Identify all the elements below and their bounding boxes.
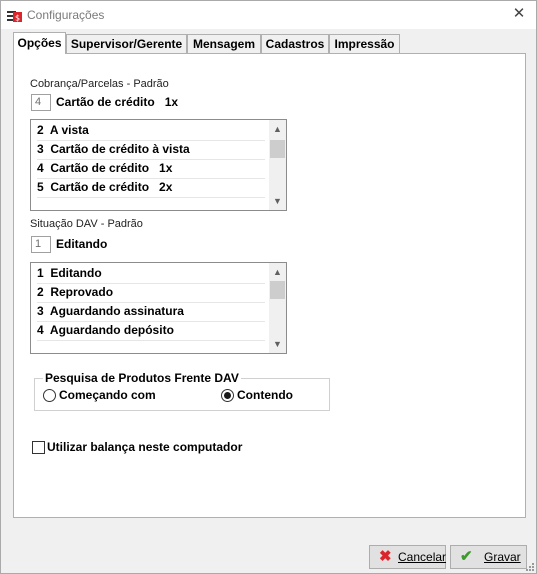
- scroll-up-icon[interactable]: ▲: [269, 265, 286, 279]
- pesquisa-groupbox: Pesquisa de Produtos Frente DAV Começand…: [34, 371, 330, 411]
- situacao-list[interactable]: 1 Editando 2 Reprovado 3 Aguardando assi…: [30, 262, 287, 354]
- save-button-label: Gravar: [484, 550, 521, 564]
- list-item[interactable]: 2 A vista: [37, 121, 89, 140]
- close-icon[interactable]: ✕: [511, 5, 527, 23]
- cobranca-code-input[interactable]: 4: [31, 94, 51, 111]
- row-divider: [37, 340, 265, 341]
- tab-cadastros[interactable]: Cadastros: [261, 34, 329, 53]
- window-title: Configurações: [27, 8, 105, 22]
- cobranca-label: Cobrança/Parcelas - Padrão: [30, 78, 169, 90]
- list-item[interactable]: 3 Cartão de crédito à vista: [37, 140, 190, 159]
- list-item[interactable]: 1 Editando: [37, 264, 102, 283]
- row-divider: [37, 197, 265, 198]
- checkmark-icon: ✔: [460, 548, 473, 565]
- list-item[interactable]: 4 Aguardando depósito: [37, 321, 174, 340]
- radio-comecando-com-label[interactable]: Começando com: [59, 388, 156, 402]
- cobranca-scrollbar[interactable]: ▲ ▼: [269, 120, 286, 210]
- radio-contendo[interactable]: [221, 389, 234, 402]
- list-item[interactable]: 2 Reprovado: [37, 283, 113, 302]
- options-panel: Cobrança/Parcelas - Padrão 4 Cartão de c…: [13, 53, 526, 518]
- balanca-checkbox[interactable]: [32, 441, 45, 454]
- radio-contendo-label[interactable]: Contendo: [237, 388, 293, 402]
- radio-comecando-com[interactable]: [43, 389, 56, 402]
- balanca-checkbox-label[interactable]: Utilizar balança neste computador: [47, 440, 242, 454]
- situacao-label: Situação DAV - Padrão: [30, 218, 143, 230]
- radio-selected-dot: [224, 392, 231, 399]
- cobranca-selected-value: Cartão de crédito 1x: [56, 95, 179, 109]
- tab-opcoes[interactable]: Opções: [13, 32, 66, 54]
- app-settings-icon: $: [7, 11, 22, 23]
- scroll-thumb[interactable]: [270, 140, 285, 158]
- title-bar: $ Configurações ✕: [1, 1, 536, 29]
- cobranca-list[interactable]: 2 A vista 3 Cartão de crédito à vista 4 …: [30, 119, 287, 211]
- situacao-scrollbar[interactable]: ▲ ▼: [269, 263, 286, 353]
- configuracoes-window: $ Configurações ✕ Opções Supervisor/Gere…: [0, 0, 537, 574]
- list-item[interactable]: 4 Cartão de crédito 1x: [37, 159, 172, 178]
- resize-grip-icon[interactable]: [526, 563, 534, 571]
- scroll-down-icon[interactable]: ▼: [269, 337, 286, 351]
- scroll-thumb[interactable]: [270, 281, 285, 299]
- situacao-selected-value: Editando: [56, 237, 108, 251]
- situacao-code-input[interactable]: 1: [31, 236, 51, 253]
- tab-supervisor-gerente[interactable]: Supervisor/Gerente: [66, 34, 187, 53]
- pesquisa-title: Pesquisa de Produtos Frente DAV: [43, 371, 241, 385]
- cancel-x-icon: ✖: [379, 548, 392, 565]
- tab-mensagem[interactable]: Mensagem: [187, 34, 261, 53]
- save-button[interactable]: ✔ Gravar: [450, 545, 527, 569]
- svg-text:$: $: [15, 14, 20, 23]
- scroll-down-icon[interactable]: ▼: [269, 194, 286, 208]
- cancel-button-label: Cancelar: [398, 550, 447, 564]
- list-item[interactable]: 5 Cartão de crédito 2x: [37, 178, 172, 197]
- tab-impressao[interactable]: Impressão: [329, 34, 400, 53]
- cancel-button[interactable]: ✖ Cancelar: [369, 545, 446, 569]
- list-item[interactable]: 3 Aguardando assinatura: [37, 302, 184, 321]
- scroll-up-icon[interactable]: ▲: [269, 122, 286, 136]
